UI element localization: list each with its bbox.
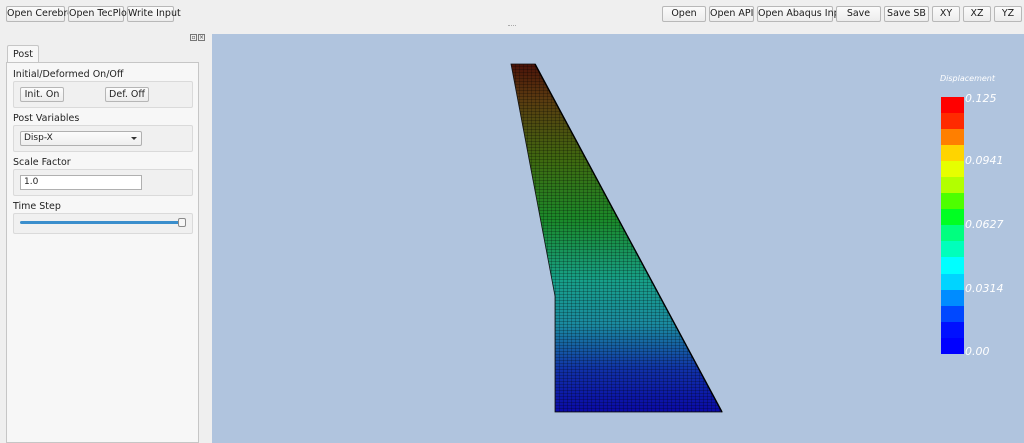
time-step-slider-track[interactable] [20, 221, 182, 224]
save-button[interactable]: Save [836, 6, 881, 22]
legend-swatch-14 [941, 321, 964, 338]
legend-swatch-9 [941, 241, 964, 258]
legend-title: Displacement [940, 74, 995, 83]
post-variable-select[interactable]: Disp-X [20, 131, 142, 146]
legend-swatch-3 [941, 145, 964, 162]
wing-mesh-overlay [511, 64, 722, 412]
view-xz-button[interactable]: XZ [963, 6, 991, 22]
3d-viewport[interactable]: Displacement 0.125 0.0941 0.0627 0.0314 … [212, 34, 1024, 443]
legend-swatch-11 [941, 273, 964, 290]
legend-swatch-10 [941, 257, 964, 274]
legend-swatch-6 [941, 193, 964, 210]
init-on-button[interactable]: Init. On [20, 87, 64, 102]
def-off-button[interactable]: Def. Off [105, 87, 149, 102]
legend-swatch-7 [941, 209, 964, 226]
open-abaqus-input-button[interactable]: Open Abaqus Input [757, 6, 849, 22]
wing-mesh-render [510, 63, 723, 413]
open-button[interactable]: Open [662, 6, 706, 22]
scale-factor-label: Scale Factor [13, 157, 71, 168]
legend-swatch-8 [941, 225, 964, 242]
toolbar-splitter-grip[interactable] [508, 25, 516, 26]
open-tecplot-button[interactable]: Open TecPlot [68, 6, 131, 22]
initial-deformed-label: Initial/Deformed On/Off [13, 69, 124, 80]
legend-swatch-15 [941, 337, 964, 354]
legend-swatch-1 [941, 113, 964, 130]
legend-swatch-2 [941, 129, 964, 146]
dock-controls: ▫ × [189, 31, 205, 41]
legend-label-max: 0.125 [965, 92, 997, 105]
view-yz-button[interactable]: YZ [994, 6, 1022, 22]
time-step-label: Time Step [13, 201, 61, 212]
legend-swatch-5 [941, 177, 964, 194]
close-icon[interactable]: × [198, 34, 205, 41]
legend-label-4: 0.0314 [965, 282, 1004, 295]
main-toolbar: Open Cerebro Open TecPlot Write Input Op… [0, 0, 1024, 28]
legend-swatch-13 [941, 305, 964, 322]
write-input-button[interactable]: Write Input [127, 6, 181, 22]
save-sb-button[interactable]: Save SB [884, 6, 929, 22]
dropdown-arrow-icon [131, 137, 137, 140]
post-variables-label: Post Variables [13, 113, 80, 124]
open-cerebro-button[interactable]: Open Cerebro [6, 6, 73, 22]
legend-label-2: 0.0941 [965, 154, 1004, 167]
scale-factor-input[interactable]: 1.0 [20, 175, 142, 190]
float-icon[interactable]: ▫ [190, 34, 197, 41]
post-variable-value: Disp-X [24, 133, 53, 143]
view-xy-button[interactable]: XY [932, 6, 960, 22]
open-api-button[interactable]: Open API [709, 6, 754, 22]
legend-label-min: 0.00 [965, 345, 990, 358]
legend-colorbar [941, 97, 964, 354]
tab-post[interactable]: Post [7, 45, 39, 63]
legend-label-3: 0.0627 [965, 218, 1004, 231]
legend-swatch-12 [941, 289, 964, 306]
legend-swatch-4 [941, 161, 964, 178]
legend-swatch-0 [941, 97, 964, 114]
time-step-slider-handle[interactable] [178, 218, 186, 227]
